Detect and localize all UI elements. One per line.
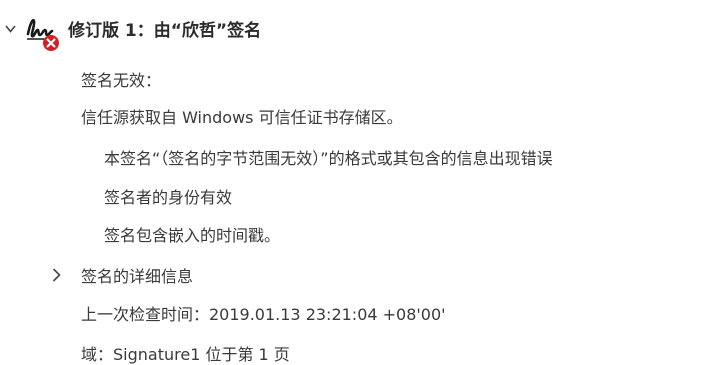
signature-details-toggle[interactable]: 签名的详细信息 bbox=[81, 263, 193, 287]
trust-source-text: 信任源获取自 Windows 可信任证书存储区。 bbox=[81, 108, 403, 127]
chevron-down-icon[interactable] bbox=[5, 25, 16, 33]
last-checked-text: 上一次检查时间：2019.01.13 23:21:04 +08'00' bbox=[81, 305, 446, 324]
signature-revision-header[interactable]: 修订版 1：由“欣哲”签名 bbox=[0, 8, 712, 51]
timestamp-text: 签名包含嵌入的时间戳。 bbox=[104, 226, 281, 245]
signature-panel: 修订版 1：由“欣哲”签名 签名无效： 信任源获取自 Windows 可信任证书… bbox=[0, 0, 712, 364]
byte-range-error-text: 本签名“（签名的字节范围无效）”的格式或其包含的信息出现错误 bbox=[104, 149, 553, 168]
signer-identity-text: 签名者的身份有效 bbox=[104, 188, 233, 207]
signature-status-text: 签名无效： bbox=[81, 71, 162, 90]
chevron-right-icon[interactable] bbox=[52, 268, 61, 282]
revision-title: 修订版 1：由“欣哲”签名 bbox=[68, 21, 262, 41]
signature-invalid-icon bbox=[26, 18, 59, 51]
signature-field-text: 域：Signature1 位于第 1 页 bbox=[81, 345, 290, 364]
